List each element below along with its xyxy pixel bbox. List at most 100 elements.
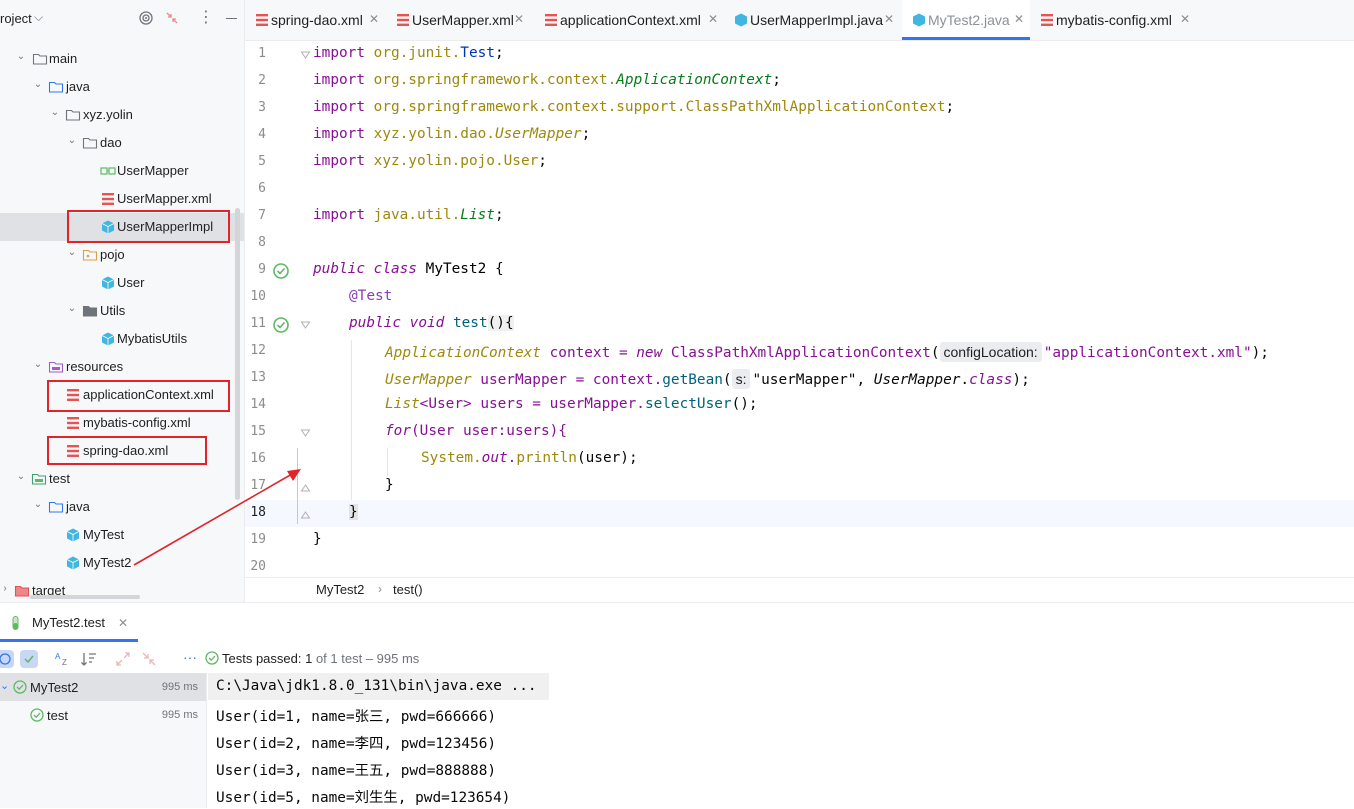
collapse-all-icon[interactable] bbox=[140, 650, 158, 668]
tab-mybatis-config-xml[interactable]: mybatis-config.xml ✕ bbox=[1030, 0, 1196, 40]
more-options-icon[interactable]: ··· bbox=[183, 649, 197, 665]
code-line-15[interactable]: for(User user:users){ bbox=[385, 423, 567, 439]
tree-item-usermapper-xml[interactable]: UserMapper.xml bbox=[0, 185, 244, 213]
line-number: 19 bbox=[250, 532, 266, 547]
line-number: 5 bbox=[258, 154, 266, 169]
minimize-icon[interactable] bbox=[226, 18, 237, 19]
code-punct: ); bbox=[1012, 372, 1030, 388]
tab-applicationcontext-xml[interactable]: applicationContext.xml ✕ bbox=[534, 0, 724, 40]
svg-text:A: A bbox=[55, 652, 61, 661]
tab-label: applicationContext.xml bbox=[560, 12, 701, 28]
project-scrollbar[interactable] bbox=[235, 208, 240, 500]
code-line-12[interactable]: ApplicationContext context = new ClassPa… bbox=[385, 342, 1269, 362]
run-test-passed-icon[interactable] bbox=[272, 316, 290, 334]
chevron-down-icon[interactable]: ⌄ bbox=[16, 52, 26, 62]
chevron-down-icon[interactable]: ⌵ bbox=[34, 10, 43, 25]
code-line-18[interactable]: } bbox=[349, 504, 358, 520]
code-line-17[interactable]: } bbox=[385, 477, 394, 493]
tree-item-resources[interactable]: ⌄ resources bbox=[0, 353, 244, 381]
close-icon[interactable]: ✕ bbox=[514, 12, 524, 26]
tree-item-mybatis-config-xml[interactable]: mybatis-config.xml bbox=[0, 409, 244, 437]
code-line-7[interactable]: import java.util.List; bbox=[313, 207, 504, 223]
console-line: User(id=3, name=王五, pwd=888888) bbox=[216, 763, 497, 779]
tree-item-user[interactable]: User bbox=[0, 269, 244, 297]
fold-icon[interactable] bbox=[300, 509, 311, 520]
tree-item-mytest[interactable]: MyTest bbox=[0, 521, 244, 549]
chevron-down-icon[interactable]: ⌄ bbox=[67, 136, 77, 146]
code-line-9[interactable]: public class MyTest2 { bbox=[313, 261, 504, 277]
tree-item-mytest2[interactable]: MyTest2 bbox=[0, 549, 244, 577]
line-number: 16 bbox=[250, 451, 266, 466]
tree-item-label: MybatisUtils bbox=[117, 331, 188, 346]
tree-item-test-java[interactable]: ⌄ java bbox=[0, 493, 244, 521]
code-line-4[interactable]: import xyz.yolin.dao.UserMapper; bbox=[313, 126, 590, 142]
select-opened-file-icon[interactable] bbox=[138, 10, 154, 26]
chevron-down-icon[interactable]: ⌄ bbox=[33, 80, 43, 90]
more-options-icon[interactable]: ⋮ bbox=[198, 10, 214, 26]
tree-item-label: pojo bbox=[100, 247, 125, 262]
tree-item-mybatisutils[interactable]: MybatisUtils bbox=[0, 325, 244, 353]
tree-item-java[interactable]: ⌄ java bbox=[0, 73, 244, 101]
tab-usermapperimpl-java[interactable]: UserMapperImpl.java ✕ bbox=[724, 0, 900, 40]
breadcrumb-method[interactable]: test() bbox=[393, 582, 423, 597]
close-icon[interactable]: ✕ bbox=[369, 12, 379, 26]
tree-item-pojo[interactable]: ⌄ pojo bbox=[0, 241, 244, 269]
close-icon[interactable]: ✕ bbox=[1180, 12, 1190, 26]
code-line-13[interactable]: UserMapper userMapper = context.getBean(… bbox=[385, 369, 1030, 389]
tree-item-main[interactable]: ⌄ main bbox=[0, 45, 244, 73]
close-icon[interactable]: ✕ bbox=[884, 12, 894, 26]
chevron-down-icon[interactable]: ⌄ bbox=[33, 360, 43, 370]
tree-item-dao[interactable]: ⌄ dao bbox=[0, 129, 244, 157]
breadcrumb-class[interactable]: MyTest2 bbox=[316, 582, 364, 597]
chevron-down-icon[interactable]: ⌄ bbox=[16, 472, 26, 482]
tree-item-xyz-yolin[interactable]: ⌄ xyz.yolin bbox=[0, 101, 244, 129]
test-result-mytest2[interactable]: ⌄ MyTest2 995 ms bbox=[0, 673, 206, 701]
chevron-down-icon[interactable]: ⌄ bbox=[0, 679, 9, 692]
chevron-down-icon[interactable]: ⌄ bbox=[33, 500, 43, 510]
close-icon[interactable]: ✕ bbox=[1014, 12, 1024, 26]
expand-all-icon[interactable] bbox=[114, 650, 132, 668]
close-icon[interactable]: ✕ bbox=[118, 616, 128, 630]
code-editor[interactable] bbox=[245, 41, 1354, 577]
sort-by-duration-icon[interactable] bbox=[80, 650, 98, 668]
code-line-14[interactable]: List<User> users = userMapper.selectUser… bbox=[385, 396, 758, 412]
collapse-all-icon[interactable] bbox=[164, 10, 180, 26]
source-folder-icon bbox=[48, 81, 64, 93]
code-line-2[interactable]: import org.springframework.context.Appli… bbox=[313, 72, 781, 88]
tab-usermapper-xml[interactable]: UserMapper.xml ✕ bbox=[386, 0, 528, 40]
code-line-5[interactable]: import xyz.yolin.pojo.User; bbox=[313, 153, 547, 169]
code-class: User bbox=[503, 153, 539, 169]
tree-item-test[interactable]: ⌄ test bbox=[0, 465, 244, 493]
run-test-passed-icon[interactable] bbox=[272, 262, 290, 280]
fold-icon[interactable] bbox=[300, 428, 311, 439]
test-result-test[interactable]: test 995 ms bbox=[0, 701, 206, 729]
tree-item-target[interactable]: › target bbox=[0, 577, 244, 605]
code-line-19[interactable]: } bbox=[313, 531, 322, 547]
tree-item-usermapper[interactable]: UserMapper bbox=[0, 157, 244, 185]
code-punct: ); bbox=[1251, 345, 1269, 361]
code-line-11[interactable]: public void test(){ bbox=[349, 315, 514, 331]
code-punct: (){ bbox=[487, 315, 514, 331]
code-line-1[interactable]: import org.junit.Test; bbox=[313, 45, 504, 61]
fold-icon[interactable] bbox=[300, 320, 311, 331]
code-line-10[interactable]: @Test bbox=[349, 288, 392, 304]
chevron-down-icon[interactable]: ⌄ bbox=[50, 108, 60, 118]
chevron-down-icon[interactable]: ⌄ bbox=[67, 248, 77, 258]
code-line-16[interactable]: System.out.println(user); bbox=[421, 450, 638, 466]
project-horizontal-scrollbar[interactable] bbox=[30, 595, 140, 599]
sort-alphabetically-icon[interactable]: AZ bbox=[54, 650, 72, 668]
show-ignored-icon[interactable] bbox=[20, 650, 38, 668]
code-type: UserMapper bbox=[873, 372, 961, 388]
close-icon[interactable]: ✕ bbox=[708, 12, 718, 26]
chevron-right-icon[interactable]: › bbox=[0, 584, 10, 594]
fold-icon[interactable] bbox=[300, 50, 311, 61]
fold-icon[interactable] bbox=[300, 482, 311, 493]
project-title[interactable]: roject bbox=[0, 11, 32, 26]
code-line-3[interactable]: import org.springframework.context.suppo… bbox=[313, 99, 954, 115]
show-passed-icon[interactable] bbox=[0, 650, 14, 668]
tab-mytest2-java[interactable]: MyTest2.java ✕ bbox=[902, 0, 1030, 40]
chevron-down-icon[interactable]: ⌄ bbox=[67, 304, 77, 314]
tab-spring-dao-xml[interactable]: spring-dao.xml ✕ bbox=[245, 0, 383, 40]
code-punct: . bbox=[960, 372, 970, 388]
tree-item-utils[interactable]: ⌄ Utils bbox=[0, 297, 244, 325]
